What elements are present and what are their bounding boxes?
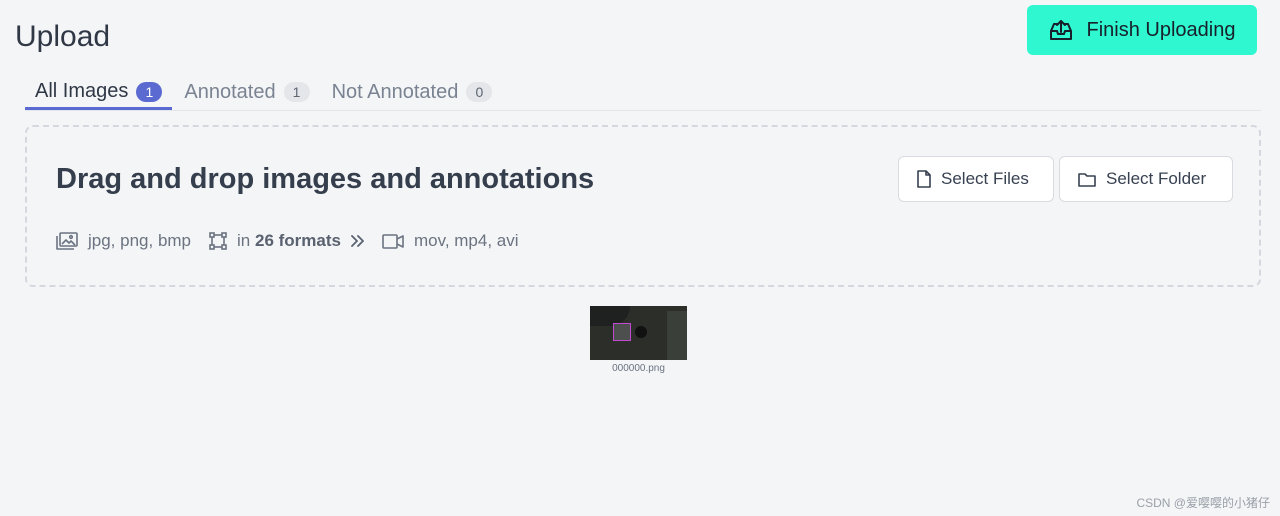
file-icon xyxy=(917,170,931,188)
annotation-formats-text: in 26 formats xyxy=(237,231,341,250)
select-files-button[interactable]: Select Files xyxy=(898,156,1054,202)
thumbnail-object xyxy=(635,326,647,338)
bounding-box-icon xyxy=(209,232,227,250)
finish-uploading-label: Finish Uploading xyxy=(1086,18,1236,41)
annotation-formats-count: 26 formats xyxy=(254,231,341,250)
tab-label: Annotated xyxy=(184,80,276,103)
tab-label: Not Annotated xyxy=(331,80,459,103)
count-badge: 1 xyxy=(283,82,310,102)
watermark: CSDN @爱嘤嘤的小猪仔 xyxy=(1136,496,1270,510)
video-formats-text: mov, mp4, avi xyxy=(413,231,519,250)
select-folder-label: Select Folder xyxy=(1106,169,1207,188)
image-filename: 000000.png xyxy=(612,363,665,374)
count-badge: 1 xyxy=(136,81,163,102)
folder-icon xyxy=(1078,172,1096,187)
image-formats: jpg, png, bmp xyxy=(56,231,191,251)
images-icon xyxy=(56,232,78,250)
count-badge: 0 xyxy=(466,82,493,102)
tab-label: All Images xyxy=(35,80,129,102)
drop-zone-title: Drag and drop images and annotations xyxy=(56,163,595,195)
upload-tray-icon xyxy=(1049,19,1073,41)
annotation-formats[interactable]: in 26 formats xyxy=(209,231,364,251)
select-files-label: Select Files xyxy=(941,169,1029,188)
tab-all-images[interactable]: All Images 1 xyxy=(25,76,173,110)
supported-formats: jpg, png, bmp in 26 formats mov, mp4, av… xyxy=(56,231,537,251)
thumbnail-shadow xyxy=(667,311,687,360)
image-thumbnail[interactable] xyxy=(590,306,687,360)
tab-not-annotated[interactable]: Not Annotated 0 xyxy=(322,76,503,108)
image-thumbnail-card[interactable]: 000000.png xyxy=(590,306,687,374)
video-formats: mov, mp4, avi xyxy=(382,231,519,251)
select-folder-button[interactable]: Select Folder xyxy=(1059,156,1233,202)
image-formats-text: jpg, png, bmp xyxy=(88,231,192,250)
chevron-double-right-icon xyxy=(351,235,364,247)
tab-annotated[interactable]: Annotated 1 xyxy=(174,76,319,108)
drop-zone[interactable]: Drag and drop images and annotations Sel… xyxy=(25,125,1261,287)
video-camera-icon xyxy=(382,233,404,249)
finish-uploading-button[interactable]: Finish Uploading xyxy=(1027,5,1257,55)
image-filter-tabs: All Images 1 Annotated 1 Not Annotated 0 xyxy=(25,76,1261,111)
annotation-bounding-box xyxy=(613,323,631,341)
page-title: Upload xyxy=(15,20,111,53)
